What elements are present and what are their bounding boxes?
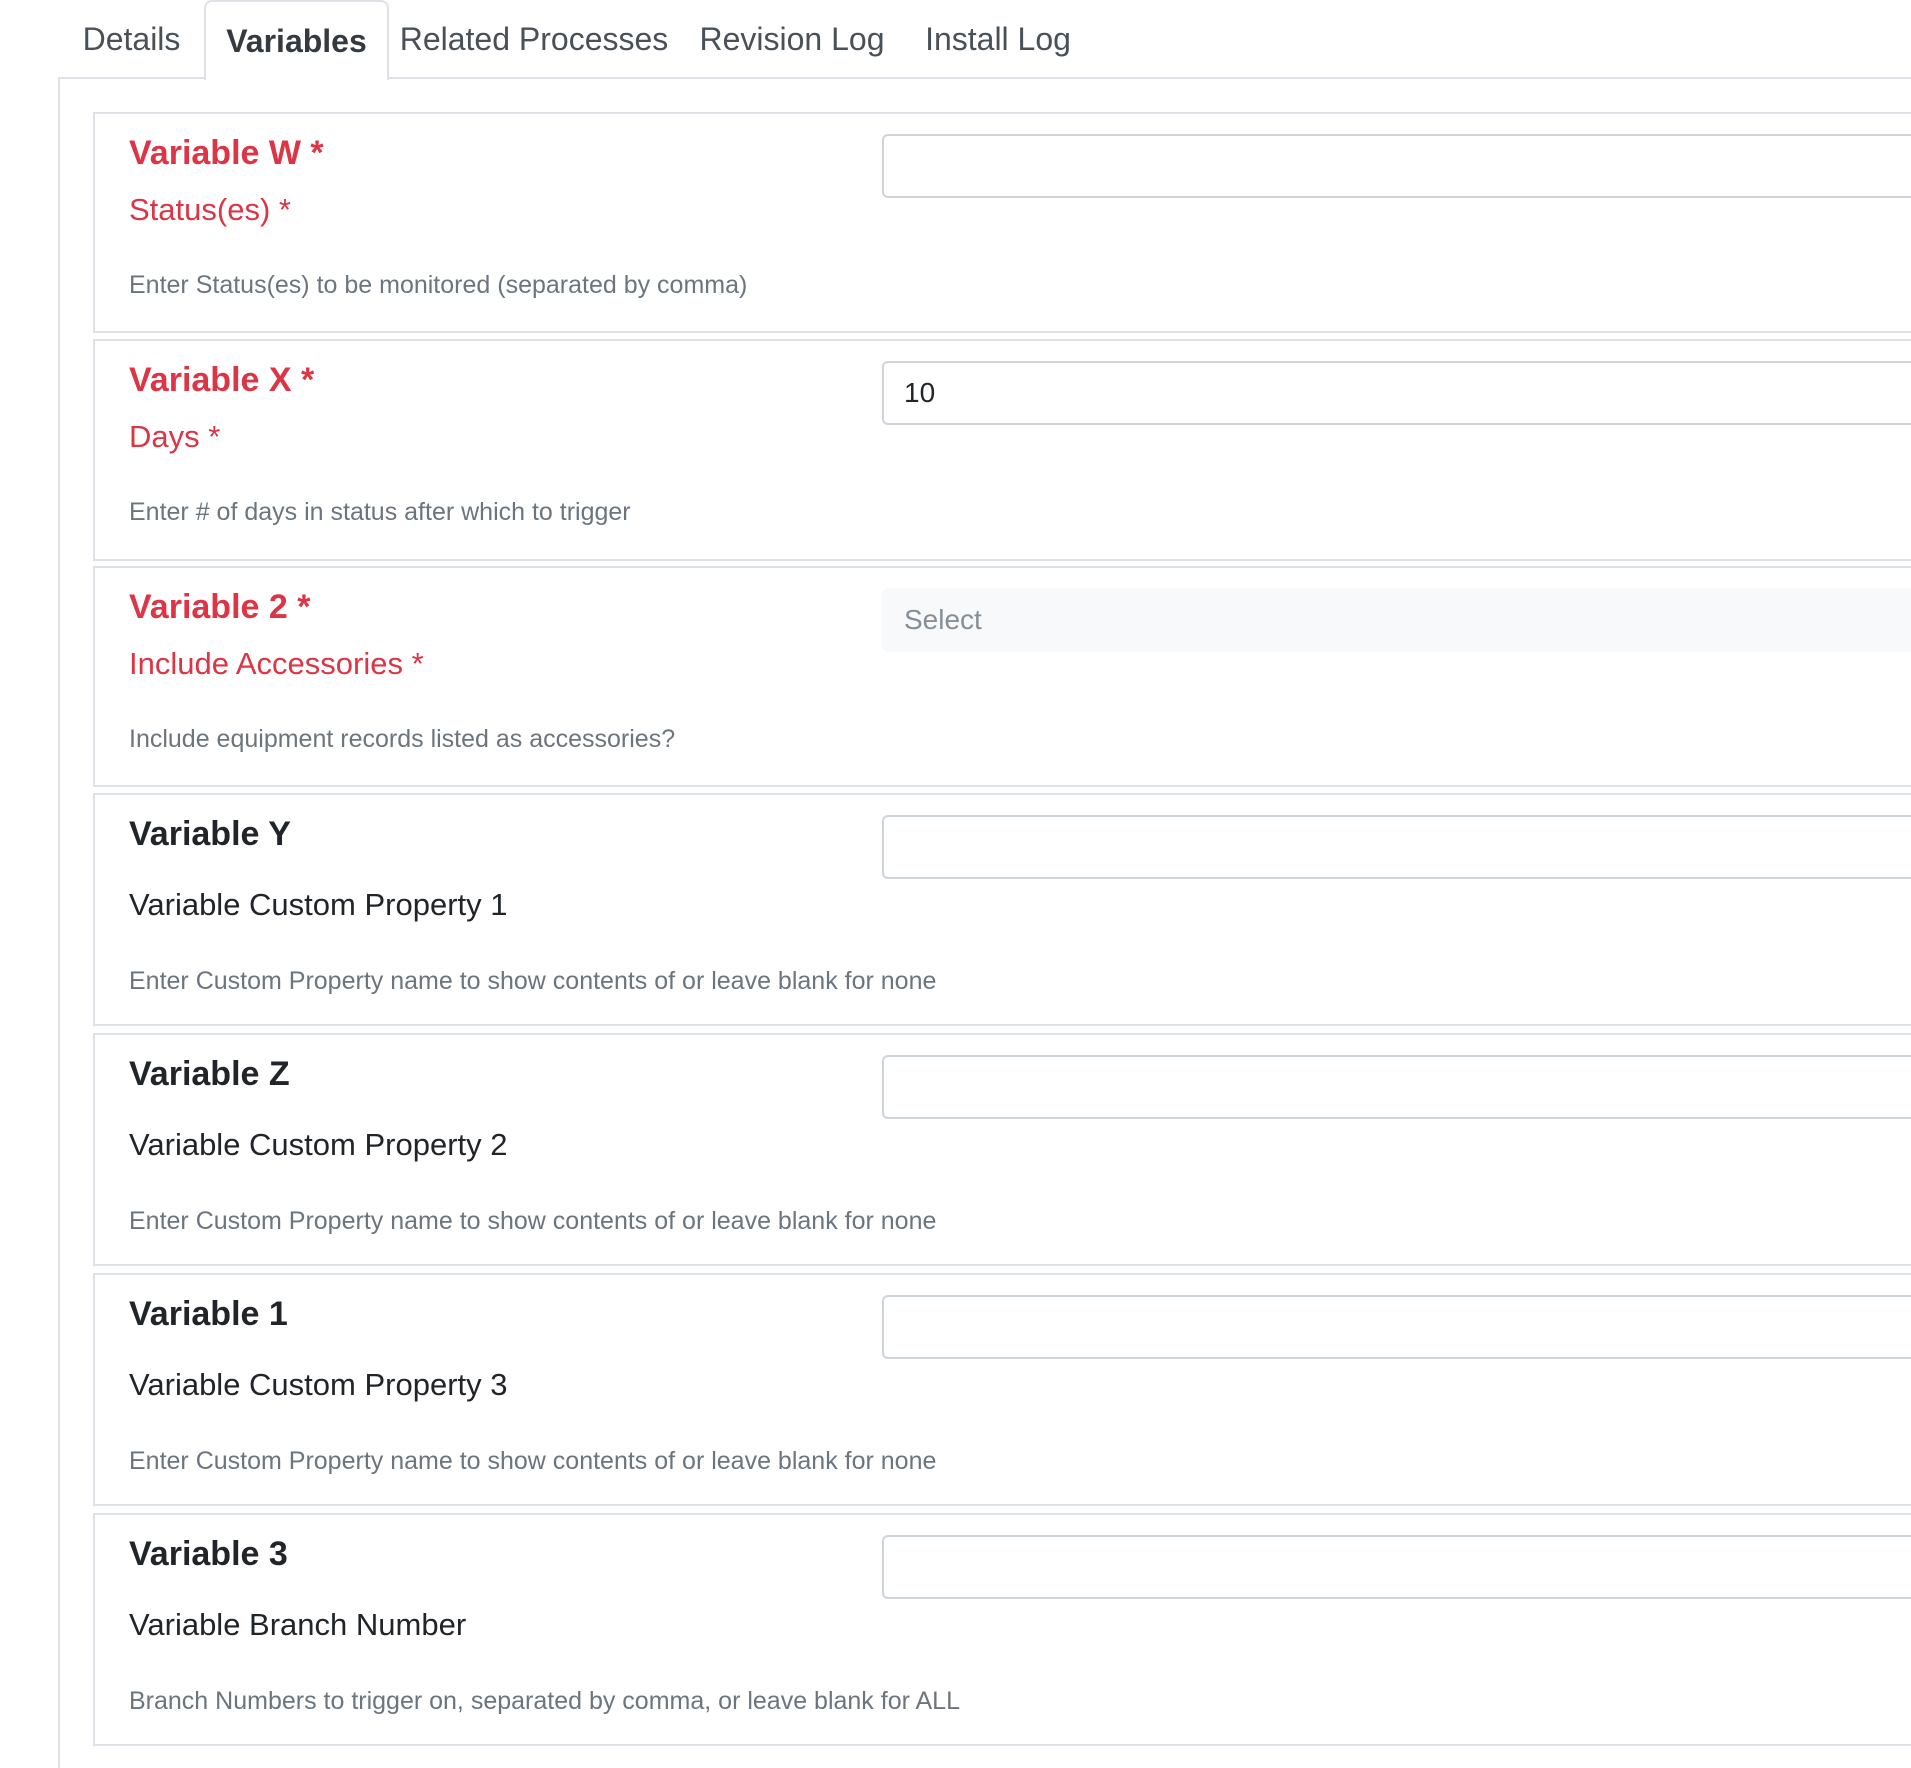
include-accessories-select[interactable]: Select (882, 588, 1911, 652)
tab-related-processes[interactable]: Related Processes (389, 0, 679, 78)
select-placeholder: Select (904, 604, 982, 635)
variable-card-w: Variable W * Status(es) * Enter Status(e… (93, 112, 1911, 333)
variable-label: Days * (129, 419, 221, 454)
variable-title: Variable X * (129, 361, 315, 399)
variable-title: Variable 1 (129, 1295, 288, 1333)
variable-card-3: Variable 3 Variable Branch Number Branch… (93, 1513, 1911, 1746)
variable-title: Variable W * (129, 134, 324, 172)
variable-title: Variable Y (129, 815, 291, 853)
variable-card-2: Variable 2 * Include Accessories * Inclu… (93, 566, 1911, 787)
variable-label: Variable Branch Number (129, 1607, 467, 1642)
variable-label: Include Accessories * (129, 646, 424, 681)
tab-details[interactable]: Details (58, 0, 205, 78)
variable-help-text: Include equipment records listed as acce… (129, 725, 676, 753)
days-input[interactable] (882, 361, 1911, 425)
variable-label: Status(es) * (129, 192, 291, 227)
variable-card-x: Variable X * Days * Enter # of days in s… (93, 339, 1911, 561)
variable-label: Variable Custom Property 1 (129, 887, 508, 922)
branch-number-input[interactable] (882, 1535, 1911, 1599)
tab-revision-log[interactable]: Revision Log (679, 0, 905, 78)
variable-card-z: Variable Z Variable Custom Property 2 En… (93, 1033, 1911, 1266)
variable-help-text: Enter Custom Property name to show conte… (129, 1207, 937, 1235)
variable-card-y: Variable Y Variable Custom Property 1 En… (93, 793, 1911, 1026)
variable-help-text: Enter Status(es) to be monitored (separa… (129, 271, 748, 299)
variable-card-1: Variable 1 Variable Custom Property 3 En… (93, 1273, 1911, 1506)
variable-help-text: Enter Custom Property name to show conte… (129, 967, 937, 995)
variable-title: Variable 3 (129, 1535, 288, 1573)
variable-label: Variable Custom Property 2 (129, 1127, 508, 1162)
custom-property-2-input[interactable] (882, 1055, 1911, 1119)
tab-install-log[interactable]: Install Log (905, 0, 1091, 78)
status-es-input[interactable] (882, 134, 1911, 198)
custom-property-3-input[interactable] (882, 1295, 1911, 1359)
variable-label: Variable Custom Property 3 (129, 1367, 508, 1402)
tab-variables[interactable]: Variables (204, 0, 389, 80)
variable-help-text: Branch Numbers to trigger on, separated … (129, 1687, 960, 1715)
variable-title: Variable 2 * (129, 588, 311, 626)
variable-help-text: Enter # of days in status after which to… (129, 498, 631, 526)
custom-property-1-input[interactable] (882, 815, 1911, 879)
tab-bar: Details Variables Related Processes Revi… (0, 0, 1911, 80)
variable-title: Variable Z (129, 1055, 290, 1093)
variable-help-text: Enter Custom Property name to show conte… (129, 1447, 937, 1475)
